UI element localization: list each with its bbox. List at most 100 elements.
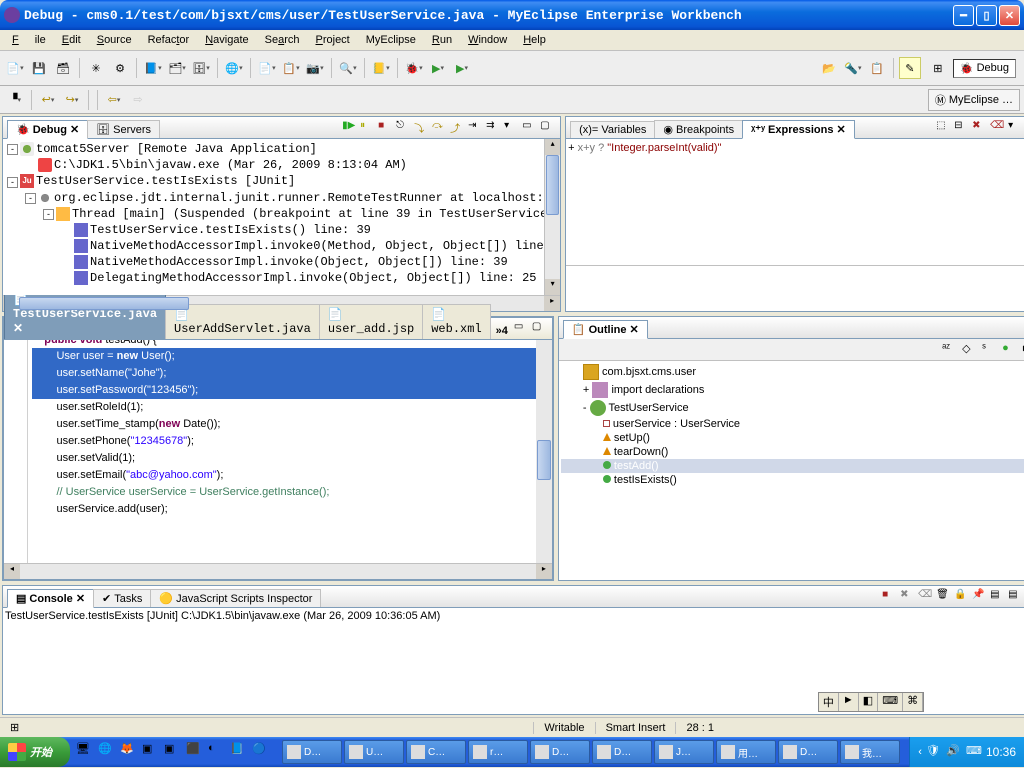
outline-item[interactable]: tearDown() (561, 445, 1024, 459)
nav-forward-button[interactable]: ⇨ (127, 89, 149, 111)
taskbar-app-button[interactable]: D… (530, 740, 590, 764)
taskbar-app-button[interactable]: D… (282, 740, 342, 764)
code-line[interactable]: // UserService userService = UserService… (32, 484, 552, 501)
outline-item[interactable]: testAdd() (561, 459, 1024, 473)
ime-toolbar[interactable]: 中 ► ◧ ⌨ ⌘ (818, 692, 924, 712)
toolbar-icon[interactable]: 🗂 (166, 57, 188, 79)
hide-fields-button[interactable]: ◇ (962, 342, 980, 358)
editor-vertical-scrollbar[interactable] (536, 340, 552, 563)
menu-project[interactable]: Project (308, 32, 358, 48)
code-line[interactable]: user.setPhone("12345678"); (32, 433, 552, 450)
tray-icon[interactable]: 🛡 (926, 744, 942, 760)
quick-launch-icon[interactable]: 🦊 (120, 742, 140, 762)
code-line[interactable]: User user = new User(); (32, 348, 552, 365)
tray-icon[interactable]: ⌨ (966, 744, 982, 760)
menu-refactor[interactable]: Refactor (140, 32, 198, 48)
debug-tree-row[interactable]: TestUserService.testIsExists() line: 39 (5, 222, 558, 238)
suspend-button[interactable]: ⏸ (360, 120, 378, 138)
maximize-view-button[interactable]: ▢ (540, 120, 558, 138)
clear-console-button[interactable]: 🗑 (936, 589, 954, 607)
code-line[interactable]: user.setValid(1); (32, 450, 552, 467)
forward-button[interactable]: ↪ (61, 89, 83, 111)
quick-launch-icon[interactable]: ▣ (164, 742, 184, 762)
save-button[interactable]: 💾 (28, 57, 50, 79)
tree-expander[interactable]: - (7, 144, 18, 155)
code-line[interactable]: user.setEmail("abc@yahoo.com"); (32, 467, 552, 484)
tree-expander[interactable]: - (7, 177, 18, 188)
ime-lang-button[interactable]: 中 (819, 693, 839, 711)
resume-button[interactable]: ▮▶ (342, 120, 360, 138)
tree-expander[interactable]: - (43, 209, 54, 220)
taskbar-app-button[interactable]: J… (654, 740, 714, 764)
menu-source[interactable]: Source (89, 32, 140, 48)
outline-tree[interactable]: com.bjsxt.cms.user+ import declarations-… (559, 361, 1024, 580)
new-button[interactable]: 📄 (4, 57, 26, 79)
debug-tree-row[interactable]: NativeMethodAccessorImpl.invoke0(Method,… (5, 238, 558, 254)
debug-tree-row[interactable]: NativeMethodAccessorImpl.invoke(Object, … (5, 254, 558, 270)
remove-all-expr-button[interactable]: ⌫ (990, 120, 1008, 138)
tray-clock[interactable]: 10:36 (986, 745, 1016, 759)
run-last-button[interactable]: ▶ (451, 57, 473, 79)
toolbar-icon[interactable]: 📒 (370, 57, 392, 79)
tray-expand-button[interactable]: ‹ (918, 746, 922, 758)
code-line[interactable]: userService.add(user); (32, 501, 552, 518)
taskbar-app-button[interactable]: 用… (716, 740, 776, 764)
quick-launch-icon[interactable]: 🖥 (76, 742, 96, 762)
remove-launch-button[interactable]: ✖ (900, 589, 918, 607)
view-menu-button[interactable]: ▾ (1008, 120, 1024, 138)
debug-tree[interactable]: -tomcat5Server [Remote Java Application]… (3, 139, 560, 295)
tab-debug[interactable]: 🐞 Debug ✕ (7, 120, 88, 139)
taskbar-app-button[interactable]: C… (406, 740, 466, 764)
hide-nonpublic-button[interactable]: ● (1002, 342, 1020, 358)
toolbar-icon[interactable]: 🔍 (337, 57, 359, 79)
menu-file[interactable]: File (4, 32, 54, 48)
step-into-button[interactable]: ⤵ (414, 120, 432, 138)
quick-launch-icon[interactable]: ⬛ (186, 742, 206, 762)
display-console-button[interactable]: ▤ (990, 589, 1008, 607)
tab-servers[interactable]: 🗄 Servers (87, 120, 160, 138)
step-return-button[interactable]: ⤴ (450, 120, 468, 138)
menu-navigate[interactable]: Navigate (197, 32, 256, 48)
editor-gutter[interactable] (4, 340, 28, 563)
console-output[interactable]: TestUserService.testIsExists [JUnit] C:\… (3, 608, 1024, 714)
quick-launch-icon[interactable]: ◐ (208, 742, 228, 762)
outline-item[interactable]: com.bjsxt.cms.user (561, 363, 1024, 381)
menu-window[interactable]: Window (460, 32, 515, 48)
taskbar-app-button[interactable]: D… (778, 740, 838, 764)
code-line[interactable]: user.setPassword("123456"); (32, 382, 552, 399)
minimize-view-button[interactable]: ▭ (514, 321, 532, 339)
tree-expander[interactable]: - (25, 193, 36, 204)
menu-run[interactable]: Run (424, 32, 460, 48)
tray-icon[interactable]: 🔊 (946, 744, 962, 760)
menu-help[interactable]: Help (515, 32, 554, 48)
ime-button[interactable]: ⌘ (903, 693, 923, 711)
tab-variables[interactable]: (x)= Variables (570, 121, 655, 138)
open-perspective-button[interactable]: ⊞ (927, 57, 949, 79)
expr-toolbar-icon[interactable]: ⊟ (954, 120, 972, 138)
toolbar-icon[interactable]: 📋 (280, 57, 302, 79)
taskbar-app-button[interactable]: 我… (840, 740, 900, 764)
toolbar-icon[interactable]: ✎ (899, 57, 921, 79)
ime-button[interactable]: ► (839, 693, 859, 711)
expressions-body[interactable]: + x+y ? "Integer.parseInt(valid)" (566, 139, 1024, 265)
expression-value[interactable]: "Integer.parseInt(valid)" (607, 142, 721, 154)
debug-tree-row[interactable]: -org.eclipse.jdt.internal.junit.runner.R… (5, 190, 558, 206)
outline-item[interactable]: setUp() (561, 431, 1024, 445)
hide-static-button[interactable]: ˢ (982, 342, 1000, 358)
tab-outline[interactable]: 📋 Outline ✕ (563, 320, 648, 339)
code-editor[interactable]: public void testAdd() { User user = new … (4, 340, 552, 563)
expression-detail-pane[interactable] (566, 265, 1024, 311)
taskbar-app-button[interactable]: r… (468, 740, 528, 764)
expr-toolbar-icon[interactable]: ⬚ (936, 120, 954, 138)
outline-item[interactable]: userService : UserService (561, 417, 1024, 431)
step-filters-button[interactable]: ⇉ (486, 120, 504, 138)
outline-item[interactable]: + import declarations (561, 381, 1024, 399)
taskbar-app-button[interactable]: U… (344, 740, 404, 764)
debug-tree-row[interactable]: -Thread [main] (Suspended (breakpoint at… (5, 206, 558, 222)
code-line[interactable]: user.setName("Johe"); (32, 365, 552, 382)
open-console-button[interactable]: ▤ (1008, 589, 1024, 607)
disconnect-button[interactable]: ⎋ (396, 120, 414, 138)
terminate-console-button[interactable]: ■ (882, 589, 900, 607)
menu-edit[interactable]: Edit (54, 32, 89, 48)
outline-item[interactable]: testIsExists() (561, 473, 1024, 487)
